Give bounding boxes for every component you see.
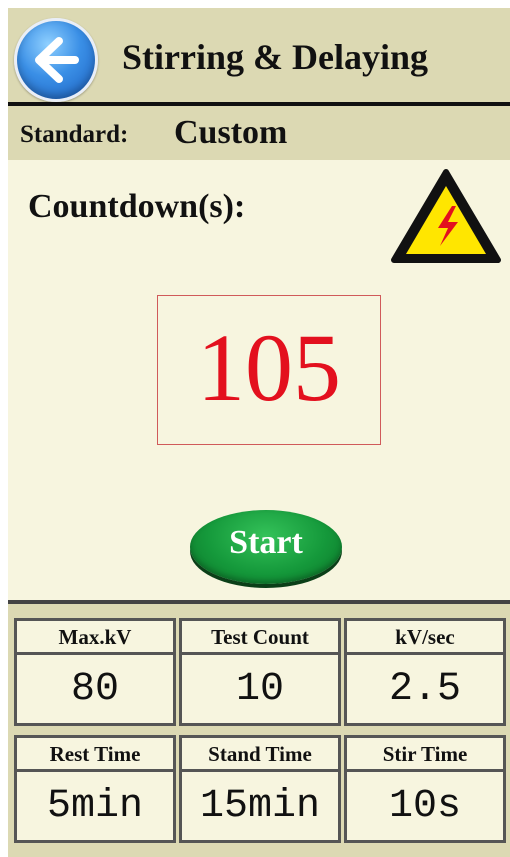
- param-test-count[interactable]: Test Count 10: [179, 618, 341, 726]
- header: Stirring & Delaying: [8, 8, 510, 102]
- param-value: 10s: [388, 784, 461, 829]
- param-rest-time[interactable]: Rest Time 5min: [14, 735, 176, 843]
- standard-label: Standard:: [20, 121, 129, 148]
- param-label: Stir Time: [347, 738, 503, 772]
- countdown-display: 105: [157, 295, 381, 445]
- countdown-value: 105: [197, 314, 341, 421]
- params-panel: Max.kV 80 Test Count 10 kV/sec 2.5 Rest …: [8, 604, 510, 857]
- param-label: Rest Time: [17, 738, 173, 772]
- param-value: 80: [70, 667, 119, 712]
- standard-bar: Standard: Custom: [8, 106, 510, 160]
- param-label: Stand Time: [182, 738, 338, 772]
- param-value: 15min: [199, 784, 321, 829]
- app-screen: Stirring & Delaying Standard: Custom Cou…: [8, 8, 510, 857]
- param-value: 10: [235, 667, 284, 712]
- standard-value: Custom: [174, 114, 288, 151]
- param-value: 2.5: [388, 667, 461, 712]
- param-value: 5min: [46, 784, 143, 829]
- back-button[interactable]: [14, 18, 98, 102]
- param-label: Test Count: [182, 621, 338, 655]
- param-label: kV/sec: [347, 621, 503, 655]
- start-button[interactable]: Start: [190, 510, 342, 584]
- param-kv-per-sec[interactable]: kV/sec 2.5: [344, 618, 506, 726]
- high-voltage-warning-icon: [391, 169, 501, 263]
- param-stand-time[interactable]: Stand Time 15min: [179, 735, 341, 843]
- page-title: Stirring & Delaying: [122, 37, 428, 77]
- param-stir-time[interactable]: Stir Time 10s: [344, 735, 506, 843]
- param-label: Max.kV: [17, 621, 173, 655]
- back-arrow-icon: [35, 37, 79, 83]
- param-max-kv[interactable]: Max.kV 80: [14, 618, 176, 726]
- countdown-label: Countdown(s):: [28, 188, 246, 225]
- start-button-label: Start: [229, 524, 303, 561]
